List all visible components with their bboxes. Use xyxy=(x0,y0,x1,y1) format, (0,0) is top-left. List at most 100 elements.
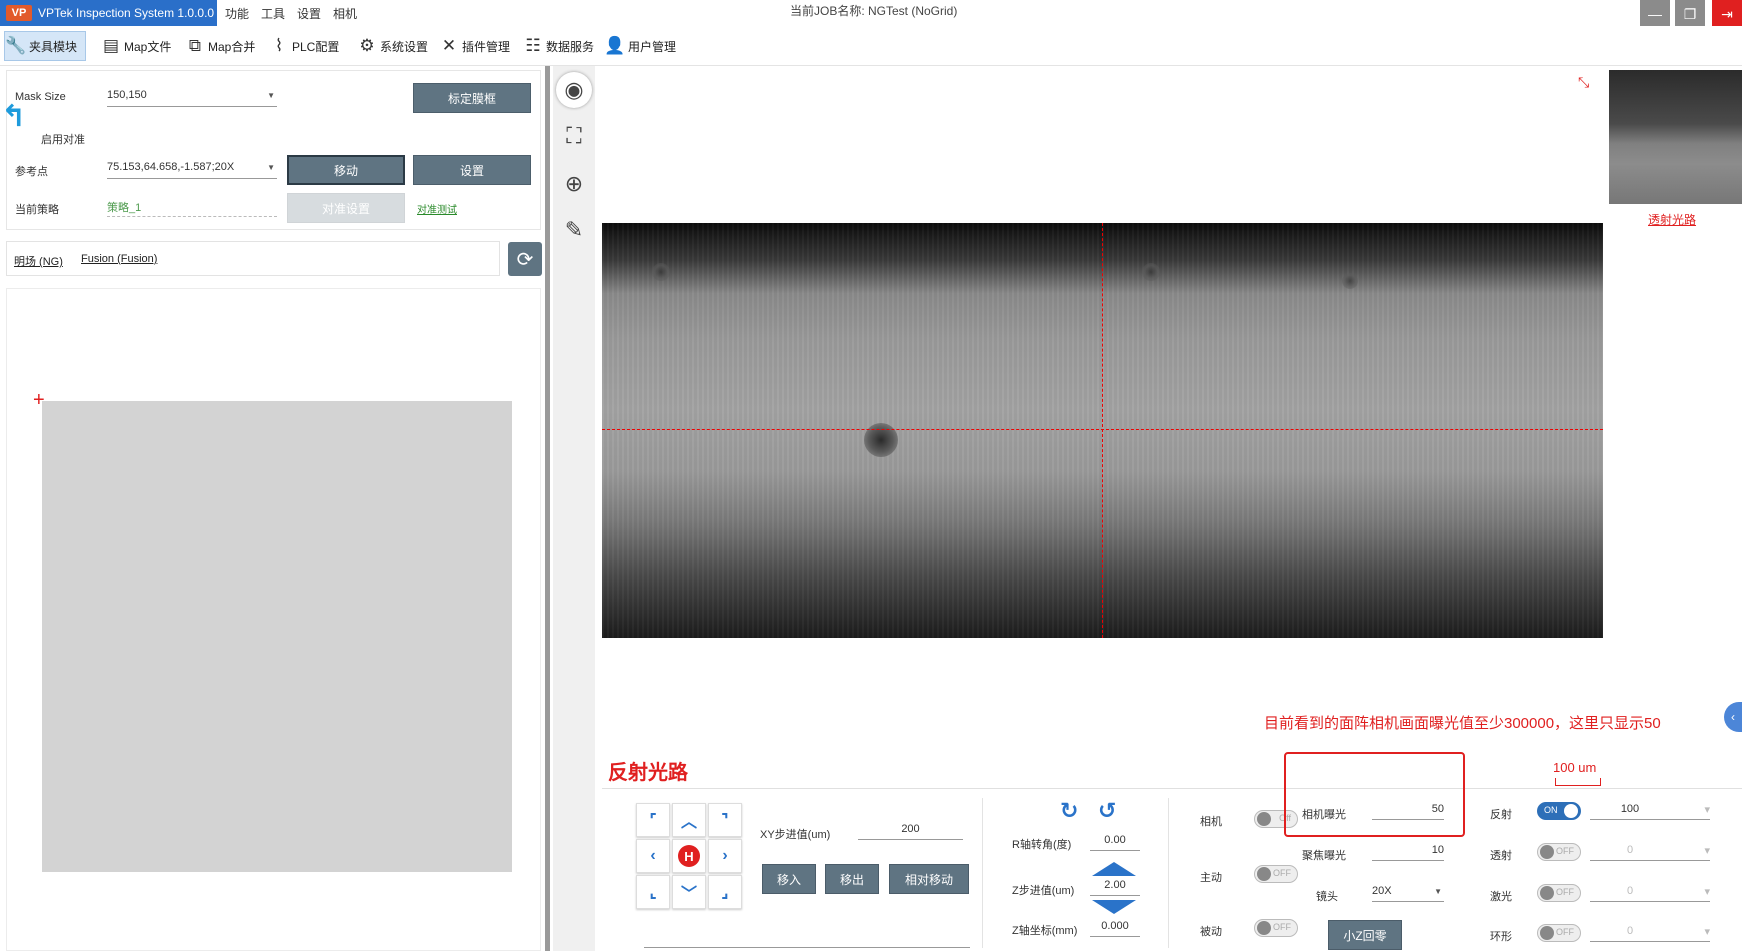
menu-tools[interactable]: 工具 xyxy=(261,5,285,22)
wafer-map-area[interactable] xyxy=(42,401,512,872)
jog-left-button[interactable]: ‹ xyxy=(636,839,670,873)
toolbar-user-manage[interactable]: 👤 用户管理 xyxy=(604,31,676,61)
map-view[interactable]: + xyxy=(6,288,541,951)
light-transmit-dropdown[interactable]: ▾ xyxy=(1650,844,1710,861)
z-up-icon[interactable] xyxy=(1092,862,1136,876)
jog-pad: ⌜ ︿ ⌝ ‹ H › ⌞ ﹀ ⌟ xyxy=(636,803,746,913)
maximize-icon: ❐ xyxy=(1683,5,1697,22)
menu-function[interactable]: 功能 xyxy=(225,5,249,22)
xy-step-label: XY步进值(um) xyxy=(760,829,831,841)
collapse-icon[interactable]: ⤡ xyxy=(1578,74,1589,91)
relative-move-button[interactable]: 相对移动 xyxy=(889,864,969,894)
strategy-field[interactable]: 策略_1 xyxy=(107,199,277,217)
toolbar-fixture-module[interactable]: 🔧 夹具模块 xyxy=(4,31,86,61)
jog-up-left-button[interactable]: ⌜ xyxy=(636,803,670,837)
menu-camera[interactable]: 相机 xyxy=(333,5,357,22)
mode-fusion-link[interactable]: Fusion (Fusion) xyxy=(81,253,157,265)
minimize-icon: — xyxy=(1648,6,1662,22)
image-fit-icon[interactable]: ⛶ xyxy=(556,118,592,154)
light-ring-toggle[interactable]: OFF xyxy=(1537,924,1581,942)
transmission-thumbnail[interactable] xyxy=(1609,70,1742,204)
toolbar-plugin-manage[interactable]: ✕ 插件管理 xyxy=(438,31,510,61)
align-test-link[interactable]: 对准测试 xyxy=(417,201,457,216)
app-logo: VP xyxy=(6,5,32,21)
light-ring-label: 环形 xyxy=(1490,931,1512,943)
camera-live-image[interactable] xyxy=(602,223,1603,638)
light-transmit-label: 透射 xyxy=(1490,850,1512,862)
menu-settings[interactable]: 设置 xyxy=(297,5,321,22)
scale-bar xyxy=(1555,778,1601,786)
crosshair-vertical xyxy=(1102,223,1103,638)
move-button[interactable]: 移动 xyxy=(287,155,405,185)
small-z-home-button[interactable]: 小Z回零 xyxy=(1328,920,1402,950)
active-toggle[interactable]: OFF xyxy=(1254,865,1298,883)
database-icon: ☷ xyxy=(525,36,541,55)
light-ring-dropdown[interactable]: ▾ xyxy=(1650,925,1710,942)
measure-icon[interactable]: ✎ xyxy=(556,212,592,248)
camera-icon[interactable]: ◉ xyxy=(556,72,592,108)
light-reflect-dropdown[interactable]: ▾ xyxy=(1650,803,1710,820)
jog-down-left-button[interactable]: ⌞ xyxy=(636,875,670,909)
rotate-ccw-icon[interactable]: ↻ xyxy=(1060,798,1078,824)
corner-down-left-icon: ⌞ xyxy=(649,884,657,901)
ref-point-label: 参考点 xyxy=(15,166,48,178)
mask-size-select[interactable]: 150,150 ▼ xyxy=(107,89,277,107)
toggle-text: OFF xyxy=(1556,846,1574,856)
exit-button[interactable]: ⇥ xyxy=(1712,0,1742,28)
toggle-text: OFF xyxy=(1273,868,1291,878)
toolbar-map-file[interactable]: ▤ Map文件 xyxy=(100,31,171,61)
jog-down-right-button[interactable]: ⌟ xyxy=(708,875,742,909)
light-reflect-toggle[interactable]: ON xyxy=(1537,802,1581,820)
set-button[interactable]: 设置 xyxy=(413,155,531,185)
z-step-input[interactable]: 2.00 xyxy=(1090,879,1140,896)
toolbar-system-settings[interactable]: ⚙ 系统设置 xyxy=(356,31,428,61)
ref-point-select[interactable]: 75.153,64.658,-1.587;20X ▼ xyxy=(107,161,277,179)
lens-label: 镜头 xyxy=(1316,891,1338,903)
toolbar-label: 用户管理 xyxy=(628,39,677,54)
chevron-down-icon: ▼ xyxy=(1434,887,1442,896)
jog-up-button[interactable]: ︿ xyxy=(672,803,706,837)
jog-home-button[interactable]: H xyxy=(672,839,706,873)
passive-toggle[interactable]: OFF xyxy=(1254,919,1298,937)
lens-select[interactable]: 20X ▼ xyxy=(1372,885,1444,902)
toolbar-label: 夹具模块 xyxy=(29,39,78,54)
ref-point-value: 75.153,64.658,-1.587;20X xyxy=(107,161,235,173)
jog-right-button[interactable]: › xyxy=(708,839,742,873)
calibrate-frame-button[interactable]: 标定膜框 xyxy=(413,83,531,113)
jog-up-right-button[interactable]: ⌝ xyxy=(708,803,742,837)
move-in-button[interactable]: 移入 xyxy=(762,864,816,894)
light-transmit-toggle[interactable]: OFF xyxy=(1537,843,1581,861)
toolbar-data-service[interactable]: ☷ 数据服务 xyxy=(522,31,594,61)
exposure-highlight-box xyxy=(1284,752,1465,837)
corner-down-right-icon: ⌟ xyxy=(721,884,729,901)
lens-value: 20X xyxy=(1372,885,1392,897)
z-coord-value: 0.000 xyxy=(1090,920,1140,937)
rotate-cw-icon[interactable]: ↺ xyxy=(1098,798,1116,824)
wrench-icon: 🔧 xyxy=(5,36,27,55)
toolbar-plc-config[interactable]: ⌇ PLC配置 xyxy=(268,31,340,61)
r-angle-input[interactable]: 0.00 xyxy=(1090,834,1140,851)
toggle-text: ON xyxy=(1544,805,1558,815)
globe-grid-icon[interactable]: ⊕ xyxy=(556,166,592,202)
toolbar-map-merge[interactable]: ⧉ Map合并 xyxy=(184,31,255,61)
jog-down-button[interactable]: ﹀ xyxy=(672,875,706,909)
panel-splitter[interactable] xyxy=(545,66,550,951)
minimize-button[interactable]: — xyxy=(1640,0,1670,28)
mode-brightfield-link[interactable]: 明场 (NG) xyxy=(14,253,63,269)
move-out-button[interactable]: 移出 xyxy=(825,864,879,894)
refresh-settings-button[interactable]: ⟳ xyxy=(508,242,542,276)
transmission-path-link[interactable]: 透射光路 xyxy=(1648,211,1696,228)
z-coord-label: Z轴坐标(mm) xyxy=(1012,925,1078,937)
align-settings-button[interactable]: 对准设置 xyxy=(287,193,405,223)
z-down-icon[interactable] xyxy=(1092,900,1136,914)
focus-exposure-input[interactable]: 10 xyxy=(1372,844,1444,861)
xy-step-input[interactable]: 200 xyxy=(858,823,963,840)
light-laser-toggle[interactable]: OFF xyxy=(1537,884,1581,902)
maximize-button[interactable]: ❐ xyxy=(1675,0,1705,28)
light-laser-dropdown[interactable]: ▾ xyxy=(1650,885,1710,902)
floating-app-icon[interactable]: ↰ xyxy=(1,99,39,137)
scale-bar-label: 100 um xyxy=(1553,760,1597,775)
plc-icon: ⌇ xyxy=(274,36,284,55)
side-expand-tab[interactable]: ‹ xyxy=(1724,702,1742,732)
main-toolbar: 🔧 夹具模块 ▤ Map文件 ⧉ Map合并 ⌇ PLC配置 ⚙ 系统设置 ✕ 插件管理 ☷… xyxy=(0,26,1742,66)
